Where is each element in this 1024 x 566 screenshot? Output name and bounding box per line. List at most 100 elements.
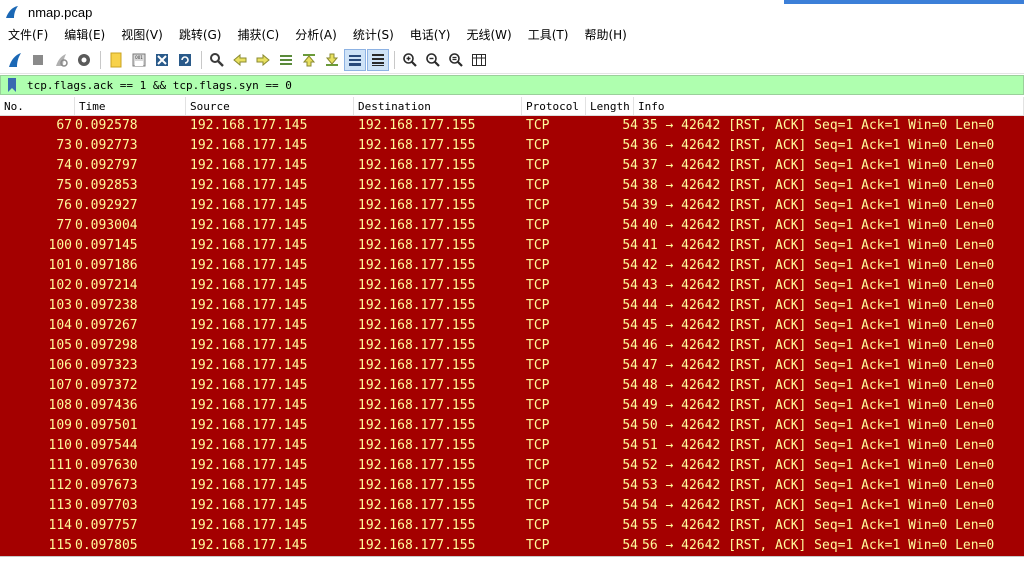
packet-length-cell: 54	[622, 498, 638, 513]
packet-row[interactable]: 113 0.097703 192.168.177.145 192.168.177.15…	[0, 496, 1024, 516]
packet-row[interactable]: 107 0.097372 192.168.177.145 192.168.177.15…	[0, 376, 1024, 396]
packet-row[interactable]: 77 0.093004 192.168.177.145 192.168.177.155…	[0, 216, 1024, 236]
column-header-destination[interactable]: Destination	[354, 97, 522, 115]
packet-source-cell: 192.168.177.145	[190, 138, 308, 153]
packet-length-cell: 54	[622, 278, 638, 293]
packet-row[interactable]: 112 0.097673 192.168.177.145 192.168.177.15…	[0, 476, 1024, 496]
menu-view[interactable]: 视图(V)	[113, 24, 171, 46]
shark-fin-icon	[9, 52, 21, 67]
packet-info-cell: 53 → 42642 [RST, ACK] Seq=1 Ack=1 Win=0 …	[642, 478, 995, 493]
packet-row[interactable]: 75 0.092853 192.168.177.145 192.168.177.155…	[0, 176, 1024, 196]
packet-length-cell: 54	[622, 398, 638, 413]
packet-row[interactable]: 100 0.097145 192.168.177.145 192.168.177.15…	[0, 236, 1024, 256]
column-header-time[interactable]: Time	[75, 97, 186, 115]
packet-protocol-cell: TCP	[526, 518, 550, 533]
restart-capture-button[interactable]	[50, 49, 72, 71]
toolbar-separator	[100, 50, 101, 69]
packet-info-cell: 40 → 42642 [RST, ACK] Seq=1 Ack=1 Win=0 …	[642, 218, 995, 233]
reload-file-button[interactable]	[174, 49, 196, 71]
packet-row[interactable]: 73 0.092773 192.168.177.145 192.168.177.155…	[0, 136, 1024, 156]
find-packet-button[interactable]	[206, 49, 228, 71]
column-header-info[interactable]: Info	[634, 97, 1024, 115]
packet-source-cell: 192.168.177.145	[190, 338, 308, 353]
first-packet-button[interactable]	[298, 49, 320, 71]
menu-edit[interactable]: 编辑(E)	[56, 24, 113, 46]
display-filter-input[interactable]	[25, 76, 1023, 94]
packet-destination-cell: 192.168.177.155	[358, 418, 476, 433]
packet-info-cell: 47 → 42642 [RST, ACK] Seq=1 Ack=1 Win=0 …	[642, 358, 995, 373]
menu-capture[interactable]: 捕获(C)	[229, 24, 287, 46]
packet-no-cell: 73	[56, 138, 72, 153]
menu-file[interactable]: 文件(F)	[0, 24, 56, 46]
packet-list[interactable]: 67 0.092578 192.168.177.145 192.168.177.155…	[0, 116, 1024, 556]
go-to-packet-button[interactable]	[275, 49, 297, 71]
open-file-button[interactable]	[105, 49, 127, 71]
packet-info-cell: 50 → 42642 [RST, ACK] Seq=1 Ack=1 Win=0 …	[642, 418, 995, 433]
stop-capture-button[interactable]	[27, 49, 49, 71]
packet-length-cell: 54	[622, 178, 638, 193]
menu-tools[interactable]: 工具(T)	[520, 24, 577, 46]
packet-destination-cell: 192.168.177.155	[358, 218, 476, 233]
capture-options-button[interactable]	[73, 49, 95, 71]
packet-row[interactable]: 102 0.097214 192.168.177.145 192.168.177.15…	[0, 276, 1024, 296]
menu-telephony[interactable]: 电话(Y)	[402, 24, 459, 46]
menu-wireless[interactable]: 无线(W)	[459, 24, 520, 46]
go-forward-button[interactable]	[252, 49, 274, 71]
column-header-length[interactable]: Length	[586, 97, 634, 115]
packet-row[interactable]: 108 0.097436 192.168.177.145 192.168.177.15…	[0, 396, 1024, 416]
packet-no-cell: 111	[48, 458, 72, 473]
start-capture-button[interactable]	[4, 49, 26, 71]
column-header-source[interactable]: Source	[186, 97, 354, 115]
packet-source-cell: 192.168.177.145	[190, 298, 308, 313]
packet-protocol-cell: TCP	[526, 338, 550, 353]
packet-info-cell: 43 → 42642 [RST, ACK] Seq=1 Ack=1 Win=0 …	[642, 278, 995, 293]
menu-statistics[interactable]: 统计(S)	[345, 24, 402, 46]
packet-length-cell: 54	[622, 258, 638, 273]
packet-row[interactable]: 115 0.097805 192.168.177.145 192.168.177.15…	[0, 536, 1024, 556]
packet-info-cell: 44 → 42642 [RST, ACK] Seq=1 Ack=1 Win=0 …	[642, 298, 995, 313]
resize-columns-button[interactable]	[468, 49, 490, 71]
column-header-protocol[interactable]: Protocol	[522, 97, 586, 115]
zoom-in-button[interactable]	[399, 49, 421, 71]
menu-analyze[interactable]: 分析(A)	[287, 24, 345, 46]
packet-time-cell: 0.097372	[75, 378, 138, 393]
last-packet-icon	[325, 53, 339, 66]
save-file-button[interactable]: 001	[128, 49, 150, 71]
column-header-no[interactable]: No.	[0, 97, 75, 115]
packet-no-cell: 101	[48, 258, 72, 273]
packet-source-cell: 192.168.177.145	[190, 538, 308, 553]
colorize-button[interactable]	[367, 48, 389, 71]
packet-row[interactable]: 106 0.097323 192.168.177.145 192.168.177.15…	[0, 356, 1024, 376]
last-packet-button[interactable]	[321, 49, 343, 71]
go-back-button[interactable]	[229, 49, 251, 71]
packet-row[interactable]: 110 0.097544 192.168.177.145 192.168.177.15…	[0, 436, 1024, 456]
packet-row[interactable]: 105 0.097298 192.168.177.145 192.168.177.15…	[0, 336, 1024, 356]
autoscroll-button[interactable]	[344, 48, 366, 71]
packet-row[interactable]: 74 0.092797 192.168.177.145 192.168.177.155…	[0, 156, 1024, 176]
packet-no-cell: 112	[48, 478, 72, 493]
save-file-icon: 001	[132, 53, 146, 66]
packet-destination-cell: 192.168.177.155	[358, 538, 476, 553]
packet-source-cell: 192.168.177.145	[190, 238, 308, 253]
packet-info-cell: 48 → 42642 [RST, ACK] Seq=1 Ack=1 Win=0 …	[642, 378, 995, 393]
packet-row[interactable]: 109 0.097501 192.168.177.145 192.168.177.15…	[0, 416, 1024, 436]
packet-row[interactable]: 101 0.097186 192.168.177.145 192.168.177.15…	[0, 256, 1024, 276]
packet-row[interactable]: 76 0.092927 192.168.177.145 192.168.177.155…	[0, 196, 1024, 216]
packet-time-cell: 0.097757	[75, 518, 138, 533]
packet-row[interactable]: 104 0.097267 192.168.177.145 192.168.177.15…	[0, 316, 1024, 336]
packet-source-cell: 192.168.177.145	[190, 218, 308, 233]
packet-row[interactable]: 103 0.097238 192.168.177.145 192.168.177.15…	[0, 296, 1024, 316]
packet-destination-cell: 192.168.177.155	[358, 438, 476, 453]
filter-bookmark-icon[interactable]	[5, 77, 19, 93]
close-file-button[interactable]	[151, 49, 173, 71]
packet-row[interactable]: 67 0.092578 192.168.177.145 192.168.177.155…	[0, 116, 1024, 136]
packet-length-cell: 54	[622, 458, 638, 473]
menu-go[interactable]: 跳转(G)	[171, 24, 230, 46]
zoom-normal-button[interactable]	[445, 49, 467, 71]
zoom-out-button[interactable]	[422, 49, 444, 71]
packet-row[interactable]: 114 0.097757 192.168.177.145 192.168.177.15…	[0, 516, 1024, 536]
packet-row[interactable]: 111 0.097630 192.168.177.145 192.168.177.15…	[0, 456, 1024, 476]
open-file-icon	[110, 52, 122, 67]
menu-help[interactable]: 帮助(H)	[576, 24, 634, 46]
packet-source-cell: 192.168.177.145	[190, 498, 308, 513]
